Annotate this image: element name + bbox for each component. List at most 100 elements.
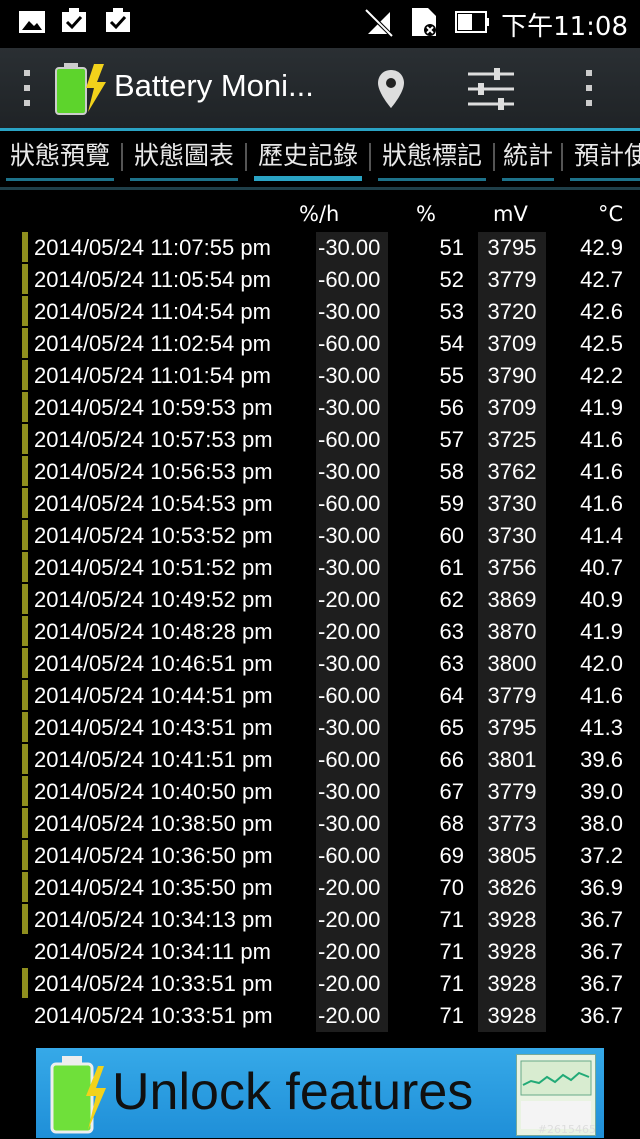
battery-icon bbox=[455, 11, 489, 33]
percent-cell: 51 bbox=[439, 235, 464, 260]
table-row[interactable]: 2014/05/24 10:56:53 pm -30.00 58 3762 41.6 bbox=[0, 456, 640, 488]
location-pin-icon[interactable] bbox=[376, 68, 406, 110]
temperature-cell: 40.9 bbox=[580, 587, 623, 612]
date-cell: 2014/05/24 10:53:52 pm bbox=[34, 523, 273, 548]
millivolt-cell: 3928 bbox=[478, 968, 546, 1000]
millivolt-cell: 3730 bbox=[478, 520, 546, 552]
rate-cell: -20.00 bbox=[316, 968, 388, 1000]
rate-cell: -30.00 bbox=[316, 392, 388, 424]
millivolt-cell: 3779 bbox=[478, 264, 546, 296]
table-row[interactable]: 2014/05/24 10:59:53 pm -30.00 56 3709 41.9 bbox=[0, 392, 640, 424]
table-row[interactable]: 2014/05/24 10:38:50 pm -30.00 68 3773 38.0 bbox=[0, 808, 640, 840]
percent-cell: 68 bbox=[439, 811, 464, 836]
app-title[interactable]: Battery Moni... bbox=[114, 68, 314, 104]
temperature-cell: 38.0 bbox=[580, 811, 623, 836]
table-row[interactable]: 2014/05/24 10:40:50 pm -30.00 67 3779 39.0 bbox=[0, 776, 640, 808]
table-row[interactable]: 2014/05/24 10:57:53 pm -60.00 57 3725 41.6 bbox=[0, 424, 640, 456]
mark-indicator bbox=[22, 424, 28, 454]
tab-status-marks[interactable]: 狀態標記 bbox=[372, 131, 492, 183]
mark-indicator bbox=[22, 360, 28, 390]
action-bar: Battery Moni... bbox=[0, 48, 640, 131]
ad-tag: #2615465 bbox=[537, 1123, 596, 1136]
table-row[interactable]: 2014/05/24 10:33:51 pm -20.00 71 3928 36.7 bbox=[0, 1000, 640, 1032]
table-row[interactable]: 2014/05/24 11:02:54 pm -60.00 54 3709 42.5 bbox=[0, 328, 640, 360]
rate-cell: -20.00 bbox=[316, 1000, 388, 1032]
ad-banner[interactable]: Unlock features #2615465 bbox=[36, 1048, 604, 1138]
drawer-handle-icon[interactable] bbox=[22, 68, 32, 108]
table-row[interactable]: 2014/05/24 10:34:11 pm -20.00 71 3928 36.7 bbox=[0, 936, 640, 968]
table-row[interactable]: 2014/05/24 10:51:52 pm -30.00 61 3756 40.7 bbox=[0, 552, 640, 584]
table-row[interactable]: 2014/05/24 10:41:51 pm -60.00 66 3801 39.6 bbox=[0, 744, 640, 776]
mark-indicator bbox=[22, 296, 28, 326]
percent-cell: 59 bbox=[439, 491, 464, 516]
rate-cell: -30.00 bbox=[316, 232, 388, 264]
percent-cell: 55 bbox=[439, 363, 464, 388]
rate-cell: -60.00 bbox=[316, 488, 388, 520]
tab-status-chart[interactable]: 狀態圖表 bbox=[124, 131, 244, 183]
rate-cell: -30.00 bbox=[316, 520, 388, 552]
table-row[interactable]: 2014/05/24 10:33:51 pm -20.00 71 3928 36.7 bbox=[0, 968, 640, 1000]
percent-cell: 63 bbox=[439, 651, 464, 676]
app-battery-icon[interactable] bbox=[50, 58, 110, 118]
tab-statistics[interactable]: 統計 bbox=[496, 131, 560, 183]
mark-indicator bbox=[22, 840, 28, 870]
ad-text[interactable]: Unlock features bbox=[112, 1062, 473, 1122]
date-cell: 2014/05/24 11:05:54 pm bbox=[34, 267, 271, 292]
history-table[interactable]: %/h % mV °C 2014/05/24 11:07:55 pm -30.00… bbox=[0, 190, 640, 1040]
temperature-cell: 36.7 bbox=[580, 907, 623, 932]
percent-cell: 66 bbox=[439, 747, 464, 772]
table-row[interactable]: 2014/05/24 11:01:54 pm -30.00 55 3790 42.2 bbox=[0, 360, 640, 392]
mark-indicator bbox=[22, 712, 28, 742]
rate-cell: -30.00 bbox=[316, 296, 388, 328]
millivolt-cell: 3928 bbox=[478, 904, 546, 936]
percent-cell: 69 bbox=[439, 843, 464, 868]
status-bar: 下午11:08 bbox=[0, 0, 640, 48]
rate-cell: -60.00 bbox=[316, 744, 388, 776]
mark-indicator bbox=[22, 456, 28, 486]
table-row[interactable]: 2014/05/24 11:05:54 pm -60.00 52 3779 42.7 bbox=[0, 264, 640, 296]
date-cell: 2014/05/24 11:07:55 pm bbox=[34, 235, 271, 260]
temperature-cell: 36.9 bbox=[580, 875, 623, 900]
table-row[interactable]: 2014/05/24 10:48:28 pm -20.00 63 3870 41.9 bbox=[0, 616, 640, 648]
table-row[interactable]: 2014/05/24 10:44:51 pm -60.00 64 3779 41.6 bbox=[0, 680, 640, 712]
mark-indicator bbox=[22, 232, 28, 262]
millivolt-cell: 3800 bbox=[478, 648, 546, 680]
date-cell: 2014/05/24 10:40:50 pm bbox=[34, 779, 273, 804]
table-row[interactable]: 2014/05/24 10:36:50 pm -60.00 69 3805 37.2 bbox=[0, 840, 640, 872]
mark-indicator bbox=[22, 648, 28, 678]
millivolt-cell: 3826 bbox=[478, 872, 546, 904]
table-row[interactable]: 2014/05/24 10:43:51 pm -30.00 65 3795 41.3 bbox=[0, 712, 640, 744]
rate-cell: -30.00 bbox=[316, 456, 388, 488]
sliders-icon[interactable] bbox=[466, 66, 516, 112]
table-row[interactable]: 2014/05/24 10:35:50 pm -20.00 70 3826 36.9 bbox=[0, 872, 640, 904]
temperature-cell: 42.5 bbox=[580, 331, 623, 356]
millivolt-cell: 3779 bbox=[478, 776, 546, 808]
table-row[interactable]: 2014/05/24 10:54:53 pm -60.00 59 3730 41.6 bbox=[0, 488, 640, 520]
table-row[interactable]: 2014/05/24 11:07:55 pm -30.00 51 3795 42.9 bbox=[0, 232, 640, 264]
table-row[interactable]: 2014/05/24 10:53:52 pm -30.00 60 3730 41.4 bbox=[0, 520, 640, 552]
table-row[interactable]: 2014/05/24 10:49:52 pm -20.00 62 3869 40.9 bbox=[0, 584, 640, 616]
tab-prediction[interactable]: 預計使 bbox=[564, 131, 640, 183]
checkbox-icon bbox=[62, 8, 86, 32]
table-row[interactable]: 2014/05/24 10:34:13 pm -20.00 71 3928 36.7 bbox=[0, 904, 640, 936]
header-percent: % bbox=[416, 202, 436, 226]
temperature-cell: 41.6 bbox=[580, 459, 623, 484]
mark-indicator bbox=[22, 488, 28, 518]
rate-cell: -30.00 bbox=[316, 648, 388, 680]
percent-cell: 63 bbox=[439, 619, 464, 644]
tab-bar: 狀態預覽 狀態圖表 歷史記錄 狀態標記 統計 預計使 bbox=[0, 131, 640, 189]
millivolt-cell: 3773 bbox=[478, 808, 546, 840]
date-cell: 2014/05/24 10:33:51 pm bbox=[34, 971, 273, 996]
overflow-menu-icon[interactable] bbox=[584, 68, 594, 108]
date-cell: 2014/05/24 11:01:54 pm bbox=[34, 363, 271, 388]
checkbox-icon bbox=[106, 8, 130, 32]
millivolt-cell: 3709 bbox=[478, 392, 546, 424]
tab-history[interactable]: 歷史記錄 bbox=[248, 131, 368, 183]
rate-cell: -60.00 bbox=[316, 424, 388, 456]
tab-status-overview[interactable]: 狀態預覽 bbox=[0, 131, 120, 183]
millivolt-cell: 3709 bbox=[478, 328, 546, 360]
table-row[interactable]: 2014/05/24 11:04:54 pm -30.00 53 3720 42.6 bbox=[0, 296, 640, 328]
table-row[interactable]: 2014/05/24 10:46:51 pm -30.00 63 3800 42.0 bbox=[0, 648, 640, 680]
millivolt-cell: 3720 bbox=[478, 296, 546, 328]
temperature-cell: 36.7 bbox=[580, 971, 623, 996]
